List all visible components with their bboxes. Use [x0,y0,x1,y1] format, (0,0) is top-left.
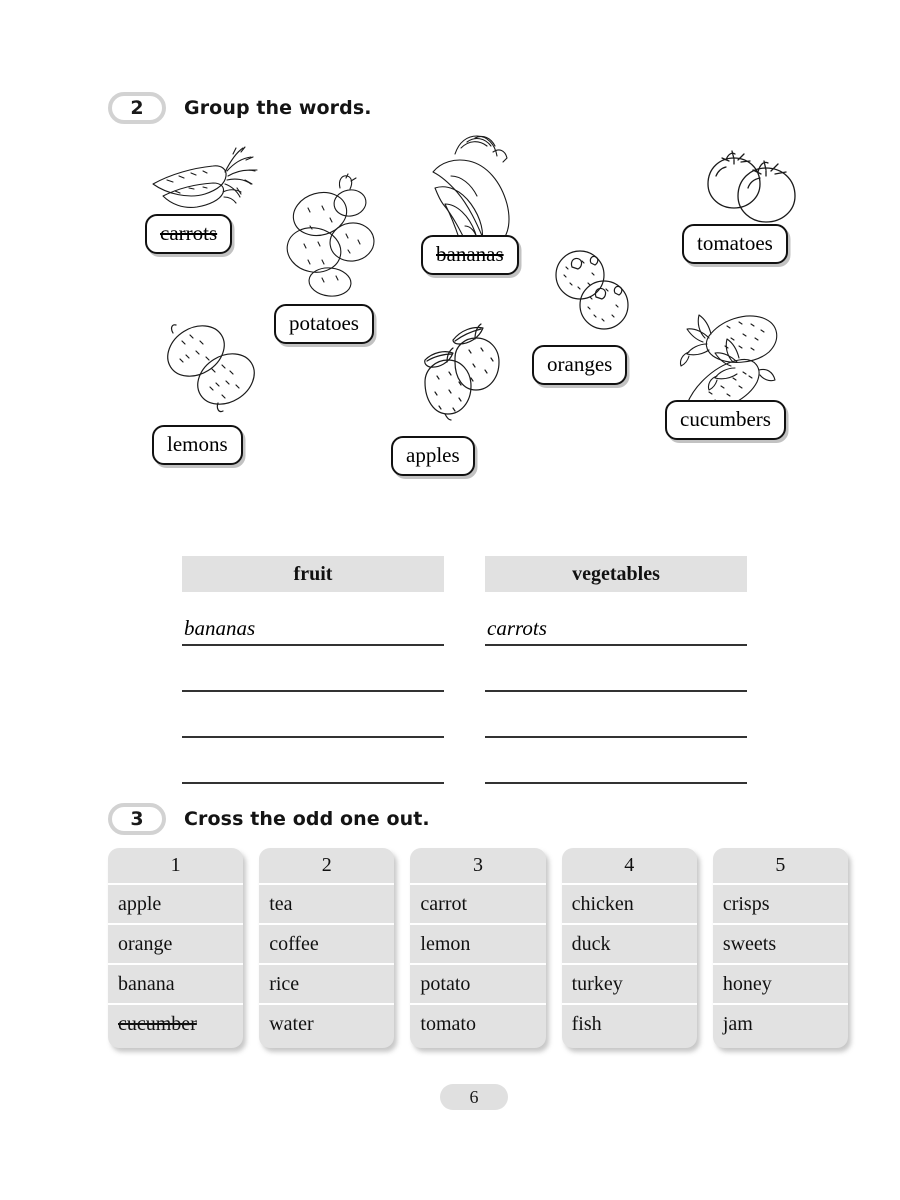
odd-word-item[interactable]: apple [108,885,244,925]
odd-word-item[interactable]: potato [410,965,546,1005]
exercise-3-instruction: Cross the odd one out. [184,808,430,830]
sort-column-header: vegetables [485,556,747,592]
odd-word-item[interactable]: carrot [410,885,546,925]
word-chip-label: tomatoes [697,231,773,255]
exercise-3-header: 3 Cross the odd one out. [108,803,430,835]
oranges-illustration [555,250,629,330]
answer-text: bananas [184,616,256,640]
word-chip-apples[interactable]: apples [391,436,475,477]
answer-line[interactable] [182,738,444,784]
exercise-3-number-badge: 3 [108,803,166,835]
odd-word-item[interactable]: honey [712,965,849,1005]
odd-word-item[interactable]: tea [259,885,395,925]
odd-word-label: rice [269,972,300,995]
word-chip-label: lemons [167,432,228,456]
sort-column-lines: bananas [182,600,444,784]
odd-word-label: water [269,1012,314,1035]
sort-column-vegetables: vegetables carrots [485,556,747,784]
odd-word-label: potato [420,972,471,995]
word-chip-label: oranges [547,352,613,376]
potatoes-illustration [286,173,375,297]
odd-box-number: 3 [410,848,546,885]
odd-word-label: turkey [571,972,623,995]
odd-word-label: tea [269,892,293,915]
odd-word-label: banana [118,972,175,995]
odd-box-number: 1 [108,848,244,885]
odd-word-label: jam [722,1012,753,1035]
odd-word-item[interactable]: duck [561,925,697,965]
odd-one-out-box-5: 5 crisps sweets honey jam [712,848,849,1048]
carrots-illustration [152,146,258,208]
odd-word-item[interactable]: fish [562,1005,697,1043]
answer-text: carrots [487,616,547,640]
odd-word-item[interactable]: banana [108,965,244,1005]
word-chip-label: bananas [436,242,504,266]
odd-word-item[interactable]: crisps [712,885,849,925]
odd-word-label: tomato [420,1012,476,1035]
word-chip-tomatoes[interactable]: tomatoes [682,224,788,265]
word-chip-potatoes[interactable]: potatoes [274,304,374,345]
apples-illustration [424,323,500,421]
odd-one-out-box-4: 4 chicken duck turkey fish [561,848,697,1048]
odd-word-label: crisps [722,892,770,915]
odd-word-label: coffee [269,932,319,955]
odd-word-label: cucumber [118,1012,197,1035]
answer-line[interactable] [485,738,747,784]
word-chip-oranges[interactable]: oranges [532,345,628,386]
lemons-illustration [167,324,255,413]
picture-word-area: carrots potatoes bananas tomatoes lemons… [0,130,900,490]
odd-word-item[interactable]: tomato [410,1005,545,1043]
odd-word-item[interactable]: chicken [561,885,697,925]
exercise-2-number-badge: 2 [108,92,166,124]
word-chip-label: potatoes [289,311,359,335]
exercise-2-instruction: Group the words. [184,97,372,119]
answer-line[interactable]: carrots [485,600,747,646]
word-chip-label: apples [406,443,460,467]
word-chip-lemons[interactable]: lemons [152,425,243,466]
odd-one-out-group: 1 apple orange banana cucumber 2 tea cof… [108,848,849,1048]
odd-one-out-box-2: 2 tea coffee rice water [259,848,395,1048]
odd-word-label: carrot [420,892,468,915]
odd-word-label: duck [571,932,611,955]
odd-one-out-box-3: 3 carrot lemon potato tomato [410,848,546,1048]
odd-word-label: fish [571,1012,602,1035]
odd-word-item[interactable]: cucumber [108,1005,243,1043]
sort-column-lines: carrots [485,600,747,784]
odd-box-number: 5 [712,848,849,885]
answer-line[interactable] [485,646,747,692]
word-chip-carrots[interactable]: carrots [145,214,233,255]
odd-word-item[interactable]: coffee [259,925,395,965]
odd-word-item[interactable]: rice [259,965,395,1005]
sort-column-header: fruit [182,556,444,592]
word-chip-label: carrots [160,221,218,245]
odd-word-item[interactable]: jam [713,1005,848,1043]
exercise-2-header: 2 Group the words. [108,92,372,124]
odd-word-label: chicken [571,892,634,915]
answer-line[interactable]: bananas [182,600,444,646]
odd-word-label: honey [722,972,772,995]
word-chip-bananas[interactable]: bananas [421,235,519,276]
word-chip-cucumbers[interactable]: cucumbers [665,400,786,441]
odd-word-item[interactable]: sweets [712,925,849,965]
odd-box-number: 2 [259,848,395,885]
answer-line[interactable] [485,692,747,738]
odd-word-item[interactable]: water [259,1005,394,1043]
odd-word-label: orange [118,932,173,955]
odd-word-label: apple [118,892,162,915]
odd-one-out-box-1: 1 apple orange banana cucumber [108,848,244,1048]
answer-line[interactable] [182,692,444,738]
odd-box-number: 4 [561,848,697,885]
sort-column-fruit: fruit bananas [182,556,444,784]
sorting-table: fruit bananas vegetables carrots [182,556,747,784]
odd-word-label: lemon [420,932,471,955]
odd-word-item[interactable]: orange [108,925,244,965]
odd-word-item[interactable]: turkey [561,965,697,1005]
odd-word-item[interactable]: lemon [410,925,546,965]
odd-word-label: sweets [722,932,777,955]
word-chip-label: cucumbers [680,407,771,431]
page-number: 6 [440,1084,508,1110]
answer-line[interactable] [182,646,444,692]
